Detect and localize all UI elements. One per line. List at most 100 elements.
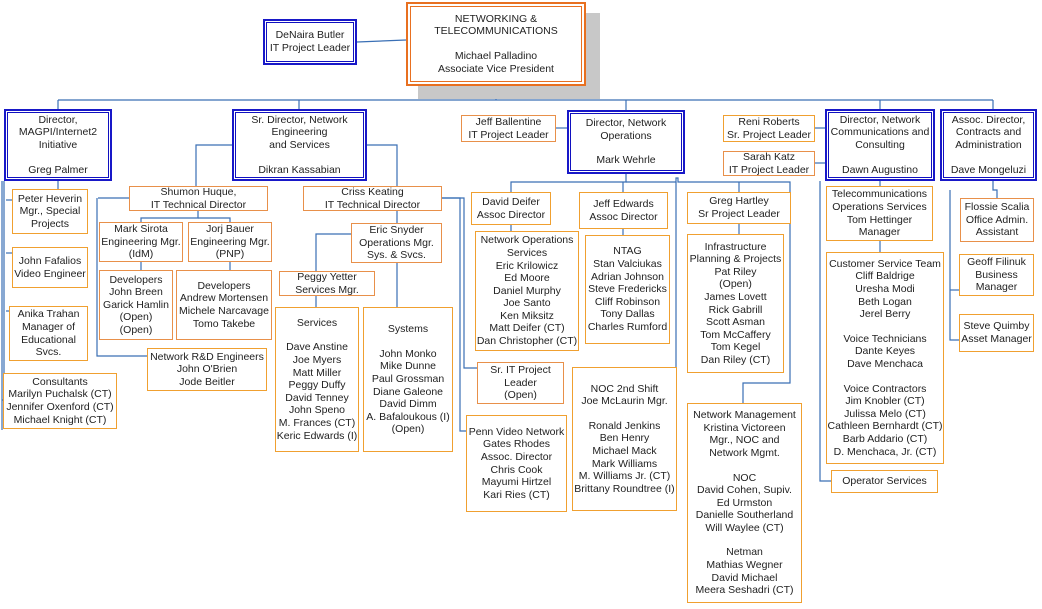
box-text-line: Dave Anstine [286, 341, 348, 354]
box-text-line: Services [506, 246, 548, 259]
staff-box-quimby: Steve Quimby Asset Manager [959, 314, 1034, 352]
box-text-line: Diane Galeone [372, 385, 444, 398]
manager-box-huque: Shumon Huque, IT Technical Director [129, 186, 268, 211]
box-text-line: Kristina Victoreen [703, 421, 786, 434]
director-box-magpi: Director, MAGPI/Internet2 Initiative Greg P… [4, 109, 112, 181]
connector-line [140, 211, 199, 222]
box-text-line: Charles Rumford [587, 320, 668, 333]
box-text-line: Michele Narcavage [179, 305, 269, 317]
manager-box-snyder: Eric Snyder Operations Mgr. Sys. & Svcs. [351, 223, 442, 263]
box-text-line: Geoff Filinuk [967, 256, 1026, 269]
box-text-line: Network R&D Engineers [150, 350, 264, 363]
box-text-line: Mgr., Special [19, 205, 81, 218]
staff-box-scalia: Flossie Scalia Office Admin. Assistant [960, 198, 1034, 242]
box-text-line: Infrastructure [704, 240, 767, 253]
box-text-line: IT Project Leader [269, 42, 351, 54]
box-text-line: John Speno [288, 404, 346, 417]
box-text-line: Director, [38, 113, 78, 126]
box-text-line: Meera Seshadri (CT) [695, 584, 794, 597]
box-text-line: Projects [31, 217, 69, 230]
box-text-line: Cliff Robinson [594, 295, 661, 308]
box-text-line: Operator Services [842, 475, 927, 488]
connector-line [992, 181, 998, 198]
box-text-line: Matt Miller [292, 366, 342, 379]
box-text-line: Engineering Mgr. [101, 235, 181, 248]
box-text-line: Network Mgmt. [709, 446, 780, 459]
box-text-line: NOC 2nd Shift [590, 382, 659, 395]
box-text-line: Michael Palladino [454, 50, 538, 62]
open-position-box-sr-it-pl: Sr. IT Project Leader (Open) [477, 362, 564, 404]
box-text-line: Mike Dunne [379, 360, 437, 373]
box-text-line: Scott Asman [706, 316, 765, 329]
box-text-line: Sr Project Leader [698, 208, 780, 220]
box-text-line: Jeff Ballentine [475, 115, 542, 128]
box-text-line: Planning & Projects [689, 253, 782, 266]
box-text-line: Eric Krilowicz [495, 259, 559, 272]
box-text-line: Consultants [32, 375, 88, 388]
box-text-line: Tom Kegel [710, 341, 761, 354]
box-text-line: Manager [975, 281, 1018, 294]
manager-box-yetter: Peggy Yetter Services Mgr. [279, 271, 375, 296]
box-text-line: Ben Henry [599, 432, 650, 445]
box-text-line: Keric Edwards (I) [276, 429, 358, 442]
box-text-line: Joe McLaurin Mgr. [581, 395, 668, 408]
box-text-line: Michael Mack [592, 445, 657, 457]
team-box-cst: Customer Service Team Cliff Baldrige Uresh… [826, 252, 944, 464]
box-text-line: Dave Mongeluzi [950, 163, 1027, 176]
box-text-line: Michael Knight (CT) [13, 413, 107, 426]
box-text-line: Director, Network [585, 117, 667, 130]
box-text-line: John Monko [379, 347, 437, 360]
box-text-line: DeNaira Butler [275, 29, 345, 42]
box-text-line: Educational [21, 333, 76, 346]
box-text-line: NETWORKING & [454, 12, 538, 25]
staff-box-fafalios: John Fafalios Video Engineer [12, 247, 88, 288]
box-text-line: Julissa Melo (CT) [844, 407, 926, 420]
box-text-line: Jode Beitler [179, 375, 235, 388]
box-text-line: Manager [858, 226, 901, 239]
box-text-line: Penn Video Network [468, 425, 565, 438]
box-text-line: Mgr., NOC and [709, 434, 780, 447]
staff-box-trahan: Anika Trahan Manager of Educational Svcs. [9, 306, 88, 361]
box-text-line: Tom McCaffery [700, 328, 771, 341]
box-text-line: Criss Keating [341, 186, 404, 198]
director-box-wehrle: Director, Network Operations Mark Wehrle [567, 110, 685, 174]
box-text-line: NOC [732, 471, 757, 484]
box-text-line: Dan Christopher (CT) [476, 335, 578, 348]
box-text-line: Danielle Southerland [695, 509, 794, 522]
box-text-line: Brittany Roundtree (I) [574, 482, 675, 495]
box-text-line: Dante Keyes [854, 345, 916, 358]
director-box-augustino: Director, Network Communications and Consu… [825, 109, 935, 181]
box-text-line: Netman [726, 546, 763, 559]
manager-box-hartley: Greg Hartley Sr Project Leader [687, 192, 791, 224]
team-box-consultants: Consultants Marilyn Puchalsk (CT) Jennifer… [3, 373, 117, 429]
team-box-services: Services Dave Anstine Joe Myers Matt Miller… [275, 307, 359, 452]
box-text-line: Consulting [855, 139, 905, 151]
box-text-line: Mathias Wegner [706, 559, 783, 572]
box-text-line: A. Bafaloukous (I) [366, 410, 450, 423]
box-text-line: (IdM) [128, 248, 154, 261]
box-text-line: Ken Miksitz [500, 309, 554, 322]
box-text-line: Chris Cook [490, 463, 543, 476]
box-text-line: (Open) [504, 389, 537, 402]
box-text-line: Business [975, 268, 1018, 281]
box-text-line: (Open) [391, 423, 425, 436]
box-text-line: Associate Vice President [438, 62, 554, 75]
box-text-line: Mark Williams [591, 457, 658, 470]
box-text-line: Matt Deifer (CT) [489, 322, 565, 335]
box-text-line: Flossie Scalia [964, 201, 1030, 214]
org-unit-head-box-top: NETWORKING & TELECOMMUNICATIONS Michael Pa… [406, 2, 586, 86]
box-text-line: Dave Menchaca [847, 358, 923, 370]
box-text-line: Initiative [38, 139, 78, 151]
box-text-line: Adrian Johnson [591, 270, 664, 283]
box-text-line: John Breen [109, 286, 163, 299]
box-text-line: Joe Myers [292, 354, 342, 367]
box-text-line: Greg Hartley [709, 195, 769, 208]
connector-line [315, 233, 351, 271]
box-text-line: Sr. Project Leader [726, 128, 812, 141]
manager-box-telecom-ops: Telecommunications Operations Services Tom… [826, 186, 933, 241]
project-leader-box-denaira: DeNaira Butler IT Project Leader [263, 19, 357, 65]
box-text-line: Pat Riley [714, 265, 757, 278]
box-text-line: Assoc Director [476, 208, 546, 221]
box-text-line: Developers [197, 279, 251, 292]
box-text-line: Ed Moore [504, 272, 550, 285]
